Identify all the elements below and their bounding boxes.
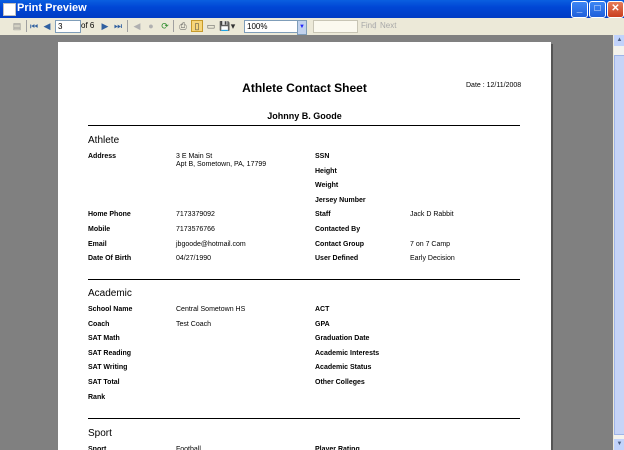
academic-left-field-label: SAT Writing (88, 364, 128, 372)
vertical-scrollbar[interactable]: ▲ ▼ (613, 35, 624, 450)
divider (88, 125, 520, 126)
athlete-left-field-label: Email (88, 240, 107, 248)
window-title: Print Preview (17, 2, 87, 14)
academic-left-field-label: School Name (88, 306, 133, 313)
academic-right-field-label: ACT (315, 306, 330, 313)
maximize-button[interactable]: □ (589, 1, 606, 18)
minimize-button[interactable]: _ (571, 1, 588, 18)
export-dropdown-icon[interactable]: ▾ (230, 20, 236, 32)
academic-left-field-label: Coach (88, 320, 110, 328)
zoom-dropdown-icon[interactable]: ▼ (297, 20, 307, 35)
divider (88, 418, 520, 419)
previous-page-icon[interactable]: ◀ (41, 20, 53, 32)
current-page-input[interactable]: 3 (55, 20, 81, 33)
athlete-right-field-label: Weight (315, 182, 339, 190)
athlete-right-field-label: Jersey Number (315, 196, 366, 204)
preview-toolbar: ▤ ⏮ ◀ 3 of 6 ▶ ⏭ ◀ ● ⟳ ⎙ ▯ ▭ 💾 ▾ 100% ▼ … (0, 18, 624, 36)
section-sport-heading: Sport (88, 428, 112, 439)
find-input[interactable] (313, 20, 358, 33)
scroll-up-icon[interactable]: ▲ (614, 35, 624, 46)
academic-left-field-label: SAT Reading (88, 349, 132, 357)
academic-left-field-label: SAT Math (88, 335, 120, 343)
academic-right-field-label: Academic Status (315, 364, 372, 372)
athlete-left-field-value: 3 E Main St (176, 153, 213, 160)
sport-right-field-label: Player Rating (315, 446, 360, 450)
sport-left-field-label: Sport (88, 446, 107, 450)
academic-right-field-label: Academic Interests (315, 349, 380, 357)
athlete-right-field-label: Contacted By (315, 226, 361, 233)
zoom-select[interactable]: 100% (244, 20, 300, 33)
close-button[interactable]: ✕ (607, 1, 624, 18)
page-count: of 6 (81, 21, 95, 30)
academic-right-field-label: Other Colleges (315, 379, 365, 386)
toolbar-separator (127, 20, 128, 32)
athlete-left-field-value: 7173576766 (176, 226, 215, 233)
academic-left-field-value: Test Coach (176, 320, 212, 328)
athlete-right-field-label: User Defined (315, 255, 359, 263)
toolbar-separator (173, 20, 174, 32)
academic-right-field-label: Graduation Date (315, 335, 370, 343)
athlete-right-field-label: Height (315, 167, 337, 175)
sport-left-field-value: Football (176, 446, 201, 450)
page-setup-icon[interactable]: ▭ (205, 20, 217, 32)
preview-area[interactable]: Athlete Contact Sheet Date : 12/11/2008 … (0, 35, 613, 450)
print-icon[interactable]: ⎙ (177, 20, 189, 32)
divider (88, 279, 520, 280)
section-academic-heading: Academic (88, 288, 132, 299)
academic-left-field-label: SAT Total (88, 379, 120, 386)
first-page-icon[interactable]: ⏮ (28, 20, 40, 32)
scroll-thumb[interactable] (614, 55, 624, 435)
athlete-left-field-value: jbgoode@hotmail.com (176, 240, 246, 248)
athlete-right-field-value: Jack D Rabbit (410, 211, 454, 219)
toolbar-separator (26, 20, 27, 32)
academic-left-field-label: Rank (88, 393, 106, 401)
athlete-left-field-value-line2: Apt B, Sometown, PA, 17799 (176, 161, 267, 168)
academic-right-field-label: GPA (315, 320, 330, 328)
athlete-right-field-label: Contact Group (315, 240, 364, 248)
athlete-right-field-value: 7 on 7 Camp (410, 240, 451, 248)
athlete-name: Johnny B. Goode (267, 111, 342, 121)
find-next-button[interactable]: Next (380, 21, 396, 30)
next-page-icon[interactable]: ▶ (99, 20, 111, 32)
athlete-left-field-label: Mobile (88, 226, 111, 233)
athlete-right-field-label: SSN (315, 153, 330, 160)
app-icon (3, 3, 16, 16)
find-separator: | (374, 21, 377, 30)
back-icon[interactable]: ◀ (131, 20, 143, 32)
athlete-right-field-value: Early Decision (410, 255, 455, 263)
refresh-icon[interactable]: ⟳ (159, 20, 171, 32)
athlete-left-field-label: Date Of Birth (88, 255, 132, 263)
athlete-left-field-label: Address (88, 153, 117, 160)
athlete-right-field-label: Staff (315, 211, 331, 219)
parameters-icon[interactable]: ▤ (11, 20, 23, 32)
print-layout-icon[interactable]: ▯ (191, 20, 203, 32)
athlete-left-field-label: Home Phone (88, 211, 131, 219)
athlete-left-field-value: 7173379092 (176, 211, 215, 219)
report-date: Date : 12/11/2008 (466, 82, 522, 89)
section-athlete-heading: Athlete (88, 135, 120, 146)
athlete-left-field-value: 04/27/1990 (176, 255, 212, 263)
report-page: Athlete Contact Sheet Date : 12/11/2008 … (58, 42, 551, 450)
title-bar: Print Preview _ □ ✕ (0, 0, 624, 18)
last-page-icon[interactable]: ⏭ (112, 20, 124, 32)
academic-left-field-value: Central Sometown HS (176, 306, 246, 313)
stop-icon[interactable]: ● (145, 20, 157, 32)
scroll-down-icon[interactable]: ▼ (614, 439, 624, 450)
